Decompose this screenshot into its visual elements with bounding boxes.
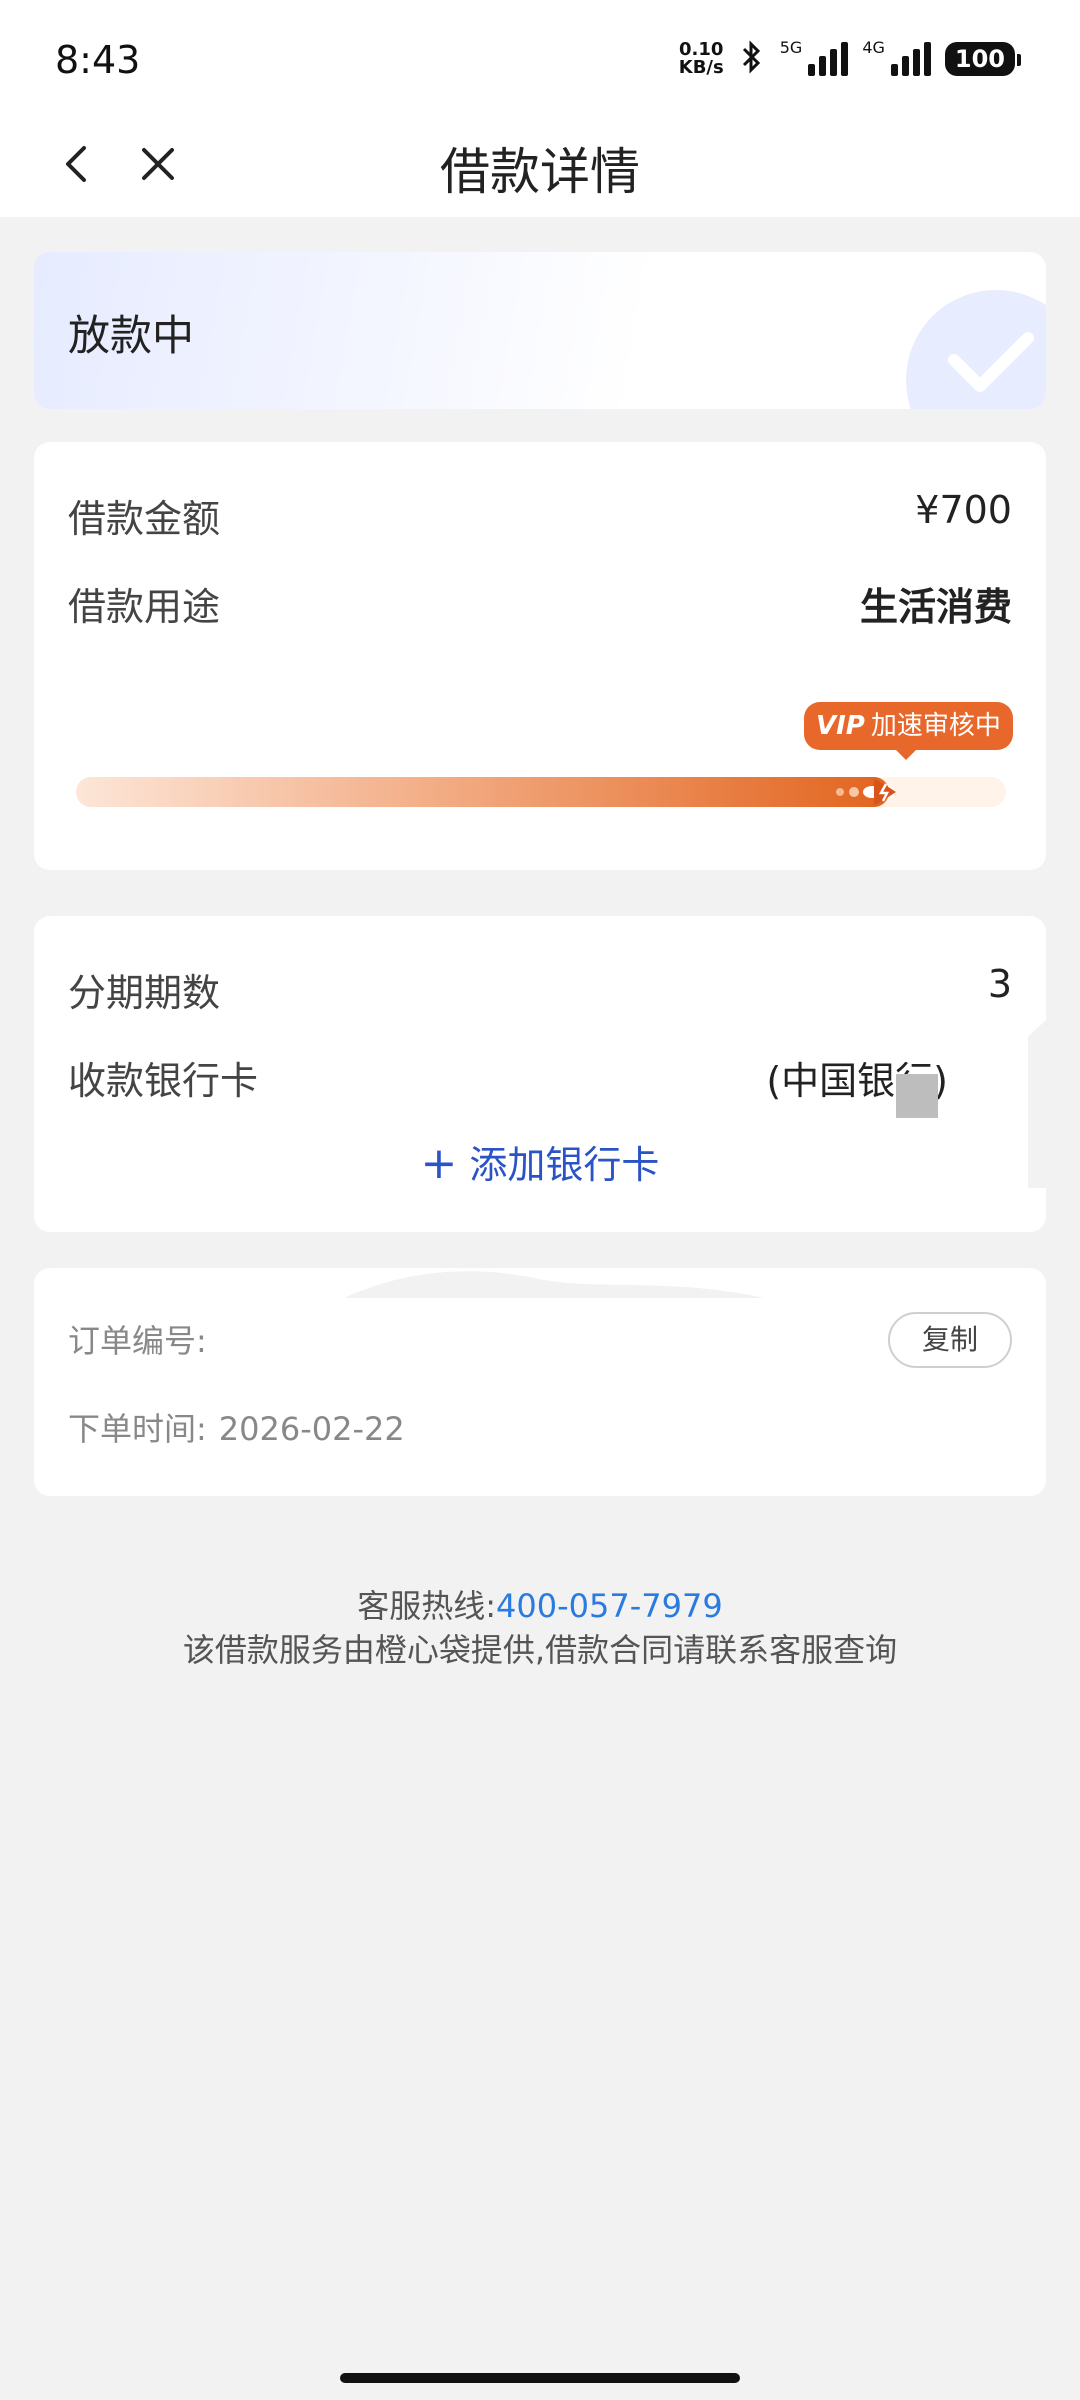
hotline-line: 客服热线:400-057-7979 <box>0 1584 1080 1628</box>
loan-amount-row: 借款金额 ¥700 <box>68 488 1012 548</box>
vip-review-tag: VIP 加速审核中 <box>804 702 1013 760</box>
hotline-label: 客服热线: <box>357 1587 497 1625</box>
check-icon <box>906 290 1046 409</box>
home-indicator[interactable] <box>340 2373 740 2383</box>
loan-info-card: 借款金额 ¥700 借款用途 生活消费 VIP 加速审核中 <box>34 442 1046 870</box>
progress-fill <box>76 777 889 807</box>
installment-card: 分期期数 3 收款银行卡 (中国银行) + 添加银行卡 <box>34 916 1046 1232</box>
loan-status-title: 放款中 <box>68 311 195 360</box>
signal-2-icon <box>890 42 931 76</box>
vip-tag-text: 加速审核中 <box>870 711 1001 741</box>
order-time-row: 下单时间: 2026-02-22 <box>68 1404 405 1450</box>
copy-button[interactable]: 复制 <box>888 1312 1012 1368</box>
plus-icon: + <box>420 1138 458 1189</box>
masked-card-number <box>896 1074 938 1118</box>
vip-badge: VIP <box>816 711 865 741</box>
bank-card-row[interactable]: 收款银行卡 (中国银行) <box>68 1050 1012 1110</box>
service-note: 该借款服务由橙心袋提供,借款合同请联系客服查询 <box>182 1631 898 1669</box>
footer: 客服热线:400-057-7979 该借款服务由橙心袋提供,借款合同请联系客服查… <box>0 1584 1080 1672</box>
loan-amount-label: 借款金额 <box>68 497 221 541</box>
nav-bar: 借款详情 <box>0 120 1080 217</box>
loan-purpose-label: 借款用途 <box>68 585 221 629</box>
add-bank-card-button[interactable]: + 添加银行卡 <box>34 1134 1046 1189</box>
order-info-card: 订单编号: 复制 下单时间: 2026-02-22 <box>34 1268 1046 1496</box>
periods-value: 3 <box>987 962 1012 1006</box>
periods-label: 分期期数 <box>68 971 221 1015</box>
rocket-icon <box>834 773 904 811</box>
page-title: 借款详情 <box>440 143 640 201</box>
review-progress-bar <box>76 777 1006 813</box>
status-time: 8:43 <box>55 38 141 82</box>
loan-status-card: 放款中 <box>34 252 1046 409</box>
signal-1-label: 5G <box>779 37 803 57</box>
net-speed-unit: KB/s <box>678 57 724 78</box>
loan-purpose-row: 借款用途 生活消费 <box>68 576 1012 636</box>
add-bank-card-label: 添加银行卡 <box>469 1143 660 1187</box>
hotline-number[interactable]: 400-057-7979 <box>496 1587 723 1625</box>
loan-purpose-value: 生活消费 <box>859 585 1012 629</box>
order-time-label: 下单时间: <box>68 1410 207 1448</box>
signal-2-label: 4G <box>862 37 885 57</box>
order-number-label: 订单编号: <box>68 1322 207 1360</box>
status-bar: 8:43 0.10 KB/s 5G 4G 100 <box>0 0 1080 120</box>
loan-amount-value: ¥700 <box>915 488 1012 532</box>
wave-decoration <box>344 1271 764 1298</box>
order-time-value: 2026-02-22 <box>218 1410 405 1448</box>
net-speed: 0.10 KB/s <box>679 41 724 77</box>
battery-icon: 100 <box>944 42 1022 76</box>
bluetooth-icon <box>738 40 766 78</box>
signal-1-icon <box>808 42 849 76</box>
status-icons: 0.10 KB/s 5G 4G 100 <box>679 37 1022 78</box>
bank-card-label: 收款银行卡 <box>68 1059 259 1103</box>
periods-row: 分期期数 3 <box>68 962 1012 1022</box>
